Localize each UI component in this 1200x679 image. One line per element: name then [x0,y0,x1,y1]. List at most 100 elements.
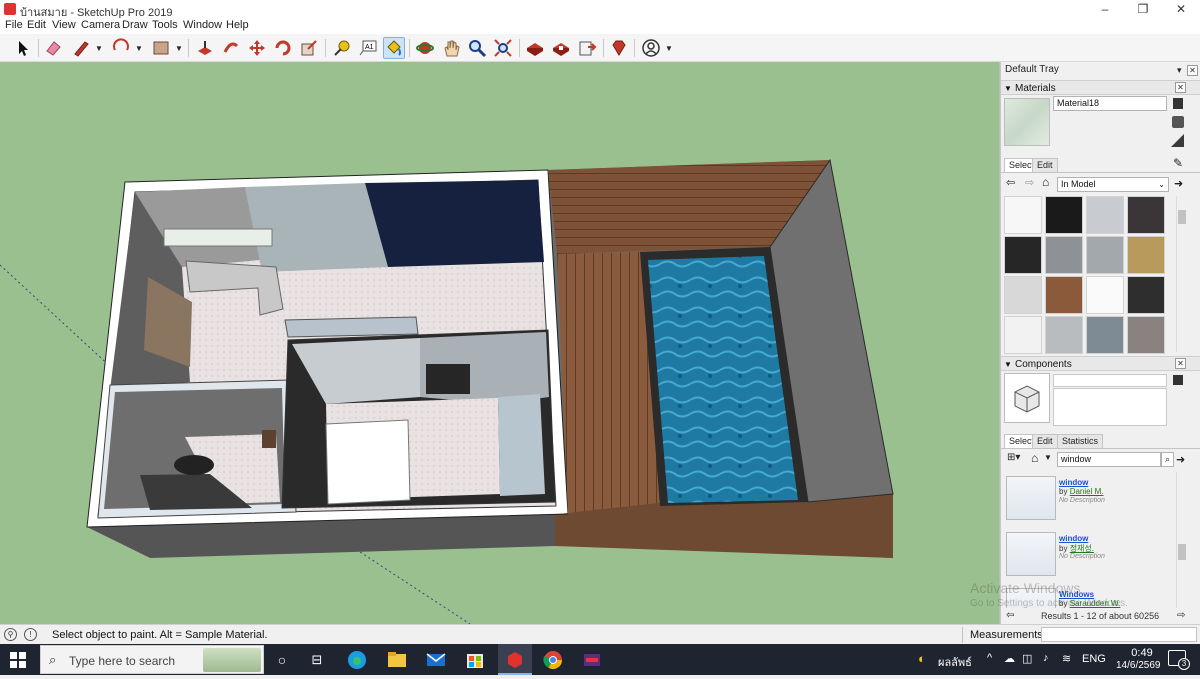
menu-edit[interactable]: Edit [27,19,46,31]
store-icon[interactable] [463,648,487,672]
component-description-field[interactable] [1053,388,1167,426]
material-swatch[interactable] [1086,276,1124,314]
tape-measure-tool-button[interactable] [331,37,353,59]
component-name-field[interactable] [1053,374,1167,387]
paint-bucket-tool-button[interactable] [383,37,405,59]
move-tool-button[interactable] [246,37,268,59]
material-swatch[interactable] [1004,236,1042,274]
pan-tool-button[interactable] [440,37,462,59]
chevron-up-icon[interactable]: ^ [987,652,992,664]
measurements-input[interactable] [1041,627,1197,642]
back-arrow-icon[interactable]: ⇦ [1006,610,1014,621]
menu-help[interactable]: Help [226,19,249,31]
menu-draw[interactable]: Draw [122,19,148,31]
3d-warehouse-button[interactable] [524,37,546,59]
follow-me-tool-button[interactable] [220,37,242,59]
send-to-layout-button[interactable] [576,37,598,59]
account-button[interactable] [640,37,662,59]
bed[interactable] [325,419,411,505]
orbit-tool-button[interactable] [414,37,436,59]
network-icon[interactable]: ◫ [1022,652,1032,665]
rotate-tool-button[interactable] [272,37,294,59]
chevron-down-icon[interactable]: ▼ [1044,453,1052,462]
partition-wall[interactable] [284,316,419,338]
chevron-down-icon[interactable]: ▼ [665,44,673,53]
clock-date[interactable]: 14/6/2569 [1116,660,1161,671]
material-swatch[interactable] [1045,276,1083,314]
materials-scrollbar[interactable] [1176,196,1187,352]
current-material-preview[interactable] [1004,98,1050,146]
geolocation-icon[interactable]: ⚲ [4,628,17,641]
components-header[interactable]: ▼ Components [1001,356,1200,371]
component-search-input[interactable]: window [1057,452,1161,467]
material-swatch[interactable] [1086,196,1124,234]
material-swatch[interactable] [1045,196,1083,234]
edge-browser-icon[interactable] [345,648,369,672]
chair-icon[interactable] [174,455,214,475]
material-swatch[interactable] [1045,236,1083,274]
language-indicator[interactable]: ENG [1082,653,1106,665]
clock-time[interactable]: 0:49 [1122,647,1162,659]
material-swatch[interactable] [1045,316,1083,354]
material-swatch[interactable] [1004,316,1042,354]
menu-file[interactable]: File [5,19,23,31]
pin-icon[interactable]: ▾ [1177,65,1182,76]
result-thumbnail[interactable] [1006,532,1056,576]
onedrive-icon[interactable]: ☁ [1004,652,1015,665]
collection-select[interactable]: In Model ⌄ [1057,177,1169,192]
eyedropper-icon[interactable]: ✎ [1173,156,1183,170]
result-title[interactable]: window [1059,478,1088,487]
components-close-button[interactable]: ✕ [1175,358,1186,369]
sketchup-taskbar-button[interactable] [498,644,532,675]
model-drawing[interactable] [0,62,1000,624]
material-swatch[interactable] [1004,196,1042,234]
back-wall-dark[interactable] [365,180,544,267]
details-arrow-icon[interactable]: ➜ [1174,177,1183,190]
minimize-button[interactable]: – [1086,0,1124,18]
file-explorer-icon[interactable] [385,648,409,672]
zoom-extents-tool-button[interactable] [492,37,514,59]
material-swatch[interactable] [1004,276,1042,314]
components-tab-edit[interactable]: Edit [1032,434,1058,448]
material-name-field[interactable]: Material18 [1053,96,1167,111]
kitchen-cabinets[interactable] [163,228,273,247]
extension-warehouse-button[interactable] [550,37,572,59]
line-tool-button[interactable] [70,37,92,59]
maximize-button[interactable]: ❐ [1124,0,1162,18]
back-wall-middle[interactable] [245,183,388,272]
arc-tool-button[interactable] [110,37,132,59]
menu-view[interactable]: View [52,19,76,31]
material-swatch[interactable] [1086,236,1124,274]
weather-icon[interactable]: ◐ [918,651,926,666]
extension-manager-button[interactable] [608,37,630,59]
menu-tools[interactable]: Tools [152,19,178,31]
home-icon[interactable]: ⌂ [1031,451,1038,465]
close-button[interactable]: ✕ [1162,0,1200,18]
details-arrow-icon[interactable]: ➜ [1176,453,1185,466]
eraser-tool-button[interactable] [42,37,64,59]
scale-tool-button[interactable] [298,37,320,59]
material-swatch[interactable] [1086,316,1124,354]
tray-close-button[interactable]: ✕ [1187,65,1198,76]
material-swatch[interactable] [1127,196,1165,234]
view-options-icon[interactable]: ⊞▾ [1007,452,1020,463]
components-scrollbar[interactable] [1176,472,1187,608]
material-swatch[interactable] [1127,236,1165,274]
create-material-icon[interactable] [1173,98,1183,109]
components-tab-statistics[interactable]: Statistics [1057,434,1104,448]
back-arrow-icon[interactable]: ⇦ [1006,176,1015,189]
forward-arrow-icon[interactable]: ⇨ [1177,610,1185,621]
chevron-down-icon[interactable]: ▼ [95,44,103,53]
author-link[interactable]: Daniel M. [1070,487,1104,496]
scrollbar-thumb[interactable] [1178,544,1186,560]
weather-text[interactable]: ผลลัพธ์ [938,653,972,671]
media-app-icon[interactable] [580,648,604,672]
tv-unit[interactable] [426,364,470,394]
mail-icon[interactable] [424,648,448,672]
wifi-icon[interactable]: ≋ [1062,652,1071,665]
search-icon[interactable]: ⌕ [1161,452,1174,467]
wardrobe[interactable] [498,394,545,496]
chevron-down-icon[interactable]: ▼ [135,44,143,53]
info-icon[interactable]: ! [24,628,37,641]
forward-arrow-icon[interactable]: ⇨ [1025,176,1034,189]
